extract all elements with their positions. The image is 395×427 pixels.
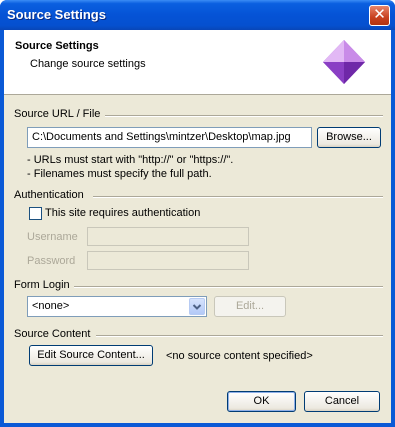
- source-content-separator: [96, 335, 383, 337]
- cancel-button[interactable]: Cancel: [304, 391, 380, 412]
- url-requirement-note: - URLs must start with "http://" or "htt…: [27, 154, 234, 166]
- dialog-window: Source Settings ✕ Source Settings Change…: [0, 0, 395, 427]
- requires-authentication-checkbox[interactable]: [29, 207, 42, 220]
- header-title: Source Settings: [15, 40, 99, 52]
- diamond-gem-icon: [323, 40, 365, 84]
- title-bar[interactable]: Source Settings ✕: [0, 0, 395, 30]
- source-url-section-label: Source URL / File: [14, 108, 101, 120]
- window-title: Source Settings: [7, 7, 106, 22]
- form-login-select[interactable]: <none>: [27, 296, 207, 317]
- password-input: [87, 251, 249, 270]
- authentication-separator: [93, 196, 383, 198]
- form-login-separator: [74, 286, 383, 288]
- source-content-status: <no source content specified>: [166, 350, 313, 362]
- username-label: Username: [27, 231, 78, 243]
- source-content-section-label: Source Content: [14, 328, 91, 340]
- form-login-edit-button: Edit...: [214, 296, 286, 317]
- header-subtitle: Change source settings: [30, 58, 146, 70]
- source-url-input[interactable]: C:\Documents and Settings\mintzer\Deskto…: [27, 127, 312, 148]
- source-url-separator: [105, 115, 383, 117]
- dialog-header: Source Settings Change source settings: [4, 30, 391, 95]
- close-icon: ✕: [373, 6, 386, 23]
- password-label: Password: [27, 255, 76, 267]
- close-button[interactable]: ✕: [369, 5, 390, 26]
- username-input: [87, 227, 249, 246]
- edit-source-content-button[interactable]: Edit Source Content...: [29, 345, 153, 366]
- form-login-section-label: Form Login: [14, 279, 70, 291]
- form-login-selected-value: <none>: [32, 300, 70, 312]
- ok-button[interactable]: OK: [227, 391, 296, 412]
- authentication-section-label: Authentication: [14, 189, 84, 201]
- browse-button[interactable]: Browse...: [317, 127, 381, 148]
- chevron-down-icon[interactable]: [189, 298, 205, 315]
- dialog-body: Source Settings Change source settings S…: [4, 30, 391, 423]
- filename-requirement-note: - Filenames must specify the full path.: [27, 168, 212, 180]
- requires-authentication-label[interactable]: This site requires authentication: [45, 207, 200, 219]
